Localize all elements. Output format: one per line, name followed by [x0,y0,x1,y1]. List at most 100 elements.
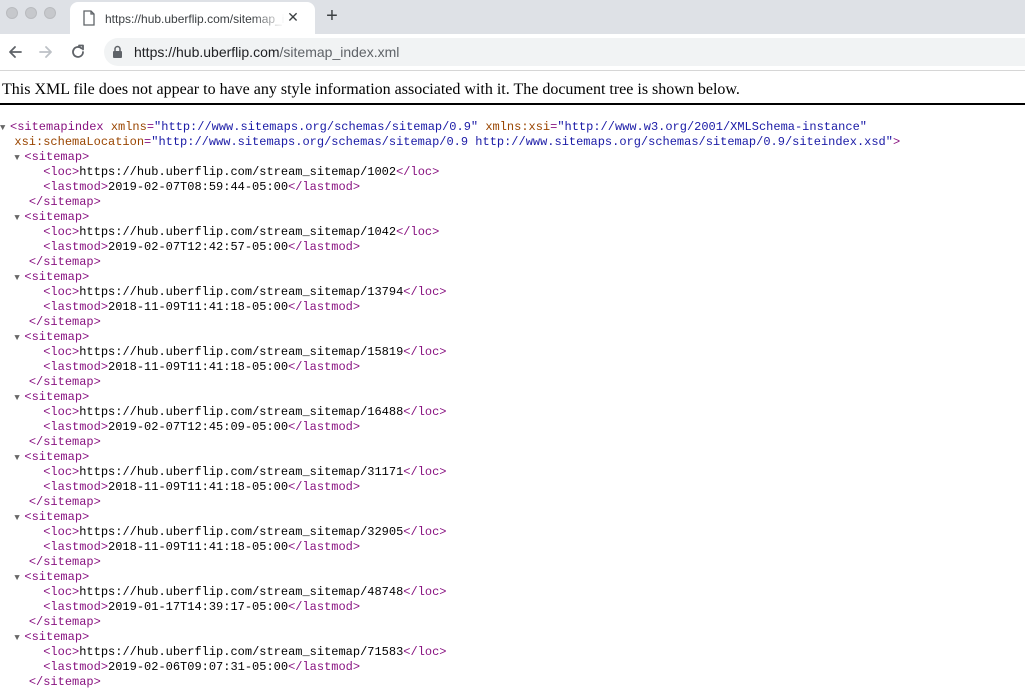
sitemap-lastmod: 2019-02-06T09:07:31-05:00 [108,660,289,674]
xmlns-attr-value: http://www.sitemaps.org/schemas/sitemap/… [161,120,471,134]
sitemap-open-line: ▼ <sitemap> [14,390,90,406]
lastmod-line: <lastmod>2019-01-17T14:39:17-05:00</last… [43,600,361,614]
collapse-triangle-icon[interactable]: ▼ [14,631,24,646]
sitemap-close-line: </sitemap> [28,255,101,269]
address-bar[interactable]: https://hub.uberflip.com/sitemap_index.x… [104,38,1025,66]
root-tag-open: <sitemapindex [10,120,104,134]
collapse-triangle-icon[interactable]: ▼ [14,331,24,346]
schema-location-attr-value: http://www.sitemaps.org/schemas/sitemap/… [158,135,886,149]
lastmod-line: <lastmod>2018-11-09T11:41:18-05:00</last… [43,480,361,494]
sitemap-close-line: </sitemap> [28,675,101,689]
collapse-triangle-icon[interactable]: ▼ [14,511,24,526]
collapse-triangle-icon[interactable]: ▼ [14,211,24,226]
sitemap-loc: https://hub.uberflip.com/stream_sitemap/… [79,345,404,359]
xml-tree: ▼ <sitemapindex xmlns="http://www.sitemap… [0,120,1025,690]
sitemap-entry: ▼ <sitemap> <loc>https://hub.uberflip.com… [0,210,1025,270]
root-tag-name: sitemapindex [17,120,104,134]
sitemap-entry: ▼ <sitemap> <loc>https://hub.uberflip.com… [0,330,1025,390]
lastmod-line: <lastmod>2019-02-07T12:42:57-05:00</last… [43,240,361,254]
arrow-right-icon [39,46,52,58]
forward-button[interactable] [35,41,57,63]
collapse-triangle-icon[interactable]: ▼ [14,271,24,286]
sitemap-open-line: ▼ <sitemap> [14,330,90,346]
sitemap-lastmod: 2018-11-09T11:41:18-05:00 [108,360,289,374]
sitemap-entry: ▼ <sitemap> <loc>https://hub.uberflip.com… [0,630,1025,690]
sitemap-loc: https://hub.uberflip.com/stream_sitemap/… [79,405,404,419]
sitemap-lastmod: 2019-01-17T14:39:17-05:00 [108,600,289,614]
sitemap-open-line: ▼ <sitemap> [14,510,90,526]
lastmod-line: <lastmod>2018-11-09T11:41:18-05:00</last… [43,300,361,314]
sitemap-entry: ▼ <sitemap> <loc>https://hub.uberflip.com… [0,510,1025,570]
lastmod-line: <lastmod>2018-11-09T11:41:18-05:00</last… [43,540,361,554]
sitemap-entry: ▼ <sitemap> <loc>https://hub.uberflip.com… [0,270,1025,330]
sitemap-list: ▼ <sitemap> <loc>https://hub.uberflip.com… [0,150,1025,690]
reload-button[interactable] [67,41,89,63]
toolbar: https://hub.uberflip.com/sitemap_index.x… [0,34,1025,71]
sitemap-open-line: ▼ <sitemap> [14,570,90,586]
lastmod-line: <lastmod>2018-11-09T11:41:18-05:00</last… [43,360,361,374]
loc-line: <loc>https://hub.uberflip.com/stream_sit… [43,285,447,299]
collapse-triangle-icon[interactable]: ▼ [14,391,24,406]
sitemap-close-line: </sitemap> [28,375,101,389]
xmlns-xsi-attr-name: xmlns:xsi [485,120,551,134]
tab-title: https://hub.uberflip.com/sitemap_index.x… [105,12,285,26]
close-window-button[interactable] [6,7,18,19]
sitemap-open-line: ▼ <sitemap> [14,450,90,466]
lastmod-line: <lastmod>2019-02-07T12:45:09-05:00</last… [43,420,361,434]
sitemap-loc: https://hub.uberflip.com/stream_sitemap/… [79,525,404,539]
url-text[interactable]: https://hub.uberflip.com/sitemap_index.x… [134,43,399,61]
collapse-triangle-icon[interactable]: ▼ [0,121,10,136]
schema-location-attr-name: xsi:schemaLocation [14,135,145,149]
sitemap-entry: ▼ <sitemap> <loc>https://hub.uberflip.com… [0,450,1025,510]
notice-divider [0,103,1025,105]
sitemap-close-line: </sitemap> [28,315,101,329]
minimize-window-button[interactable] [25,7,37,19]
collapse-triangle-icon[interactable]: ▼ [14,451,24,466]
back-button[interactable] [4,41,26,63]
collapse-triangle-icon[interactable]: ▼ [14,151,24,166]
sitemap-loc: https://hub.uberflip.com/stream_sitemap/… [79,645,404,659]
sitemap-close-line: </sitemap> [28,435,101,449]
arrow-left-icon [9,46,22,58]
new-tab-button[interactable]: + [322,5,342,27]
loc-line: <loc>https://hub.uberflip.com/stream_sit… [43,405,447,419]
loc-line: <loc>https://hub.uberflip.com/stream_sit… [43,585,447,599]
loc-line: <loc>https://hub.uberflip.com/stream_sit… [43,525,447,539]
sitemap-lastmod: 2018-11-09T11:41:18-05:00 [108,300,289,314]
sitemap-lastmod: 2019-02-07T12:42:57-05:00 [108,240,289,254]
sitemap-lastmod: 2019-02-07T08:59:44-05:00 [108,180,289,194]
sitemap-loc: https://hub.uberflip.com/stream_sitemap/… [79,165,397,179]
sitemap-loc: https://hub.uberflip.com/stream_sitemap/… [79,585,404,599]
sitemap-entry: ▼ <sitemap> <loc>https://hub.uberflip.com… [0,570,1025,630]
sitemap-loc: https://hub.uberflip.com/stream_sitemap/… [79,285,404,299]
maximize-window-button[interactable] [44,7,56,19]
url-host: https://hub.uberflip.com [134,44,280,60]
sitemap-lastmod: 2018-11-09T11:41:18-05:00 [108,480,289,494]
window-controls [6,7,56,19]
document-icon [83,10,95,26]
xmlns-attr-name: xmlns [110,120,147,134]
lock-icon[interactable] [112,45,123,59]
xmlns-xsi-attr-value: http://www.w3.org/2001/XMLSchema-instanc… [564,120,860,134]
close-tab-icon[interactable]: ✕ [285,9,301,25]
sitemap-entry: ▼ <sitemap> <loc>https://hub.uberflip.com… [0,150,1025,210]
sitemap-lastmod: 2019-02-07T12:45:09-05:00 [108,420,289,434]
sitemap-open-line: ▼ <sitemap> [14,270,90,286]
loc-line: <loc>https://hub.uberflip.com/stream_sit… [43,345,447,359]
collapse-triangle-icon[interactable]: ▼ [14,571,24,586]
sitemap-open-line: ▼ <sitemap> [14,150,90,166]
tab-active[interactable]: https://hub.uberflip.com/sitemap_index.x… [70,2,315,34]
lastmod-line: <lastmod>2019-02-07T08:59:44-05:00</last… [43,180,361,194]
sitemap-open-line: ▼ <sitemap> [14,630,90,646]
sitemap-lastmod: 2018-11-09T11:41:18-05:00 [108,540,289,554]
tab-strip: https://hub.uberflip.com/sitemap_index.x… [0,0,1025,34]
root-schema-line: xsi:schemaLocation="http://www.sitemaps.… [14,135,901,149]
sitemap-loc: https://hub.uberflip.com/stream_sitemap/… [79,225,397,239]
xml-style-notice: This XML file does not appear to have an… [2,81,740,98]
url-path: /sitemap_index.xml [279,44,400,60]
reload-icon [72,44,84,58]
sitemap-entry: ▼ <sitemap> <loc>https://hub.uberflip.com… [0,390,1025,450]
sitemap-open-line: ▼ <sitemap> [14,210,90,226]
lastmod-line: <lastmod>2019-02-06T09:07:31-05:00</last… [43,660,361,674]
root-open-line: ▼ <sitemapindex xmlns="http://www.sitemap… [0,120,867,136]
